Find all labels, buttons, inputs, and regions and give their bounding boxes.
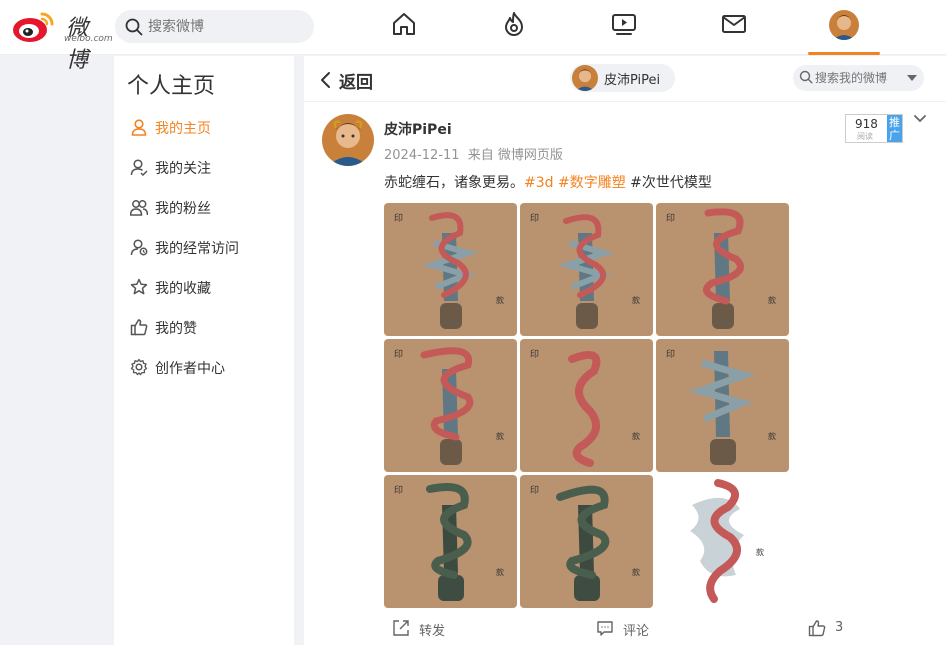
user-chip[interactable]: 皮沛PiPei (570, 64, 675, 92)
back-label: 返回 (339, 73, 373, 93)
sidebar-title: 个人主页 (127, 74, 216, 99)
svg-text:款: 款 (768, 431, 776, 441)
my-weibo-search-input[interactable] (815, 69, 903, 87)
global-search-box[interactable] (115, 10, 314, 43)
thumbs-up-icon (808, 620, 826, 637)
chevron-left-icon (321, 72, 330, 88)
post-author-name[interactable]: 皮沛PiPei (384, 119, 452, 139)
svg-text:款: 款 (632, 567, 640, 577)
sidebar-item-label: 我的主页 (155, 121, 211, 137)
post-image[interactable]: 印 款 (520, 203, 653, 336)
svg-text:印: 印 (530, 212, 539, 224)
weibo-logo[interactable]: 微博 weibo.com (12, 8, 113, 73)
svg-text:款: 款 (496, 431, 504, 441)
post-image[interactable]: 印 款 (384, 475, 517, 608)
svg-text:印: 印 (666, 348, 675, 360)
frequent-visit-icon (130, 239, 148, 256)
sidebar-item-label: 我的关注 (155, 161, 211, 177)
comment-icon (597, 621, 613, 636)
sidebar-item-creator-center[interactable]: 创作者中心 (130, 356, 280, 380)
svg-text:款: 款 (632, 431, 640, 441)
person-icon (131, 119, 147, 136)
post-action-bar: 转发 评论 3 (304, 613, 946, 645)
fans-icon (130, 200, 148, 216)
user-chip-name: 皮沛PiPei (604, 73, 661, 88)
read-count: 918 (855, 117, 878, 131)
search-icon (799, 70, 813, 84)
repost-label: 转发 (419, 624, 446, 639)
svg-text:印: 印 (394, 348, 403, 360)
svg-text:印: 印 (530, 484, 539, 496)
home-icon[interactable] (391, 11, 417, 37)
weibo-eye-icon (13, 12, 54, 42)
read-count-badge[interactable]: 918 阅读 推广 (845, 114, 903, 143)
my-weibo-search[interactable] (793, 65, 924, 91)
svg-text:印: 印 (394, 212, 403, 224)
svg-text:印: 印 (530, 348, 539, 360)
svg-text:款: 款 (756, 547, 764, 557)
promote-label[interactable]: 推广 (887, 115, 902, 142)
svg-text:款: 款 (496, 295, 504, 305)
hot-icon[interactable] (501, 11, 527, 37)
chevron-down-icon[interactable] (913, 114, 927, 124)
comment-label: 评论 (623, 624, 650, 639)
thumbs-up-icon (130, 319, 148, 336)
svg-text:印: 印 (666, 212, 675, 224)
post-meta: 2024-12-11 来自 微博网页版 (384, 144, 563, 163)
avatar (572, 65, 598, 91)
read-count-label: 阅读 (857, 132, 873, 141)
search-icon (125, 18, 143, 36)
post-image-grid: 印 款 印 款 印 款 印 款 印 款 印 款 印 款 印 款 款 (384, 203, 790, 609)
follow-icon (130, 159, 148, 176)
post-date[interactable]: 2024-12-11 (384, 148, 460, 163)
sidebar-item-my-favorites[interactable]: 我的收藏 (130, 276, 280, 300)
user-avatar[interactable] (829, 10, 859, 40)
hashtag-3d[interactable]: #3d (524, 175, 554, 191)
post-image[interactable]: 款 (656, 475, 789, 608)
post-image[interactable]: 印 款 (384, 203, 517, 336)
sidebar-item-my-homepage[interactable]: 我的主页 (130, 116, 280, 140)
video-icon[interactable] (611, 11, 637, 37)
repost-icon (393, 620, 409, 636)
post-image[interactable]: 印 款 (656, 339, 789, 472)
global-search-input[interactable] (148, 16, 303, 37)
svg-text:印: 印 (394, 484, 403, 496)
star-icon (130, 278, 148, 295)
sidebar-item-label: 我的经常访问 (155, 241, 239, 257)
sidebar-item-my-fans[interactable]: 我的粉丝 (130, 196, 280, 220)
sidebar-item-my-follows[interactable]: 我的关注 (130, 156, 280, 180)
hashtag-next-gen-model[interactable]: #次世代模型 (630, 175, 712, 191)
post-text-main: 赤蛇缠石，诸象更易。 (384, 175, 524, 191)
sidebar-item-label: 我的赞 (155, 321, 197, 337)
main-content: 返回 皮沛PiPei 搜索我的微博 皮沛PiPei 2024-12-11 来自 … (304, 56, 946, 645)
sidebar-item-label: 创作者中心 (155, 361, 225, 377)
post-source: 来自 微博网页版 (467, 148, 563, 163)
post-image[interactable]: 印 款 (384, 339, 517, 472)
left-sidebar: 个人主页 我的主页 我的关注 我的粉丝 我的经常访问 我的收藏 我的赞 创作者中… (114, 56, 294, 645)
hashtag-digital-sculpture[interactable]: #数字雕塑 (558, 175, 626, 191)
sidebar-item-label: 我的收藏 (155, 281, 211, 297)
post-text: 赤蛇缠石，诸象更易。#3d #数字雕塑 #次世代模型 (384, 172, 712, 192)
top-navigation-bar: 微博 weibo.com (0, 0, 946, 73)
sidebar-item-frequent-visits[interactable]: 我的经常访问 (130, 236, 280, 260)
logo-subtext: weibo.com (64, 34, 113, 44)
header-divider (304, 101, 946, 102)
gear-icon (130, 358, 148, 376)
like-count: 3 (835, 620, 844, 635)
post-image[interactable]: 印 款 (520, 475, 653, 608)
message-icon[interactable] (721, 11, 747, 37)
active-tab-indicator (808, 52, 880, 55)
sidebar-item-label: 我的粉丝 (155, 201, 211, 217)
sidebar-item-my-likes[interactable]: 我的赞 (130, 316, 280, 340)
post-author-avatar[interactable] (322, 114, 374, 166)
dropdown-arrow-icon[interactable] (907, 75, 917, 81)
svg-text:款: 款 (768, 295, 776, 305)
post-image[interactable]: 印 款 (656, 203, 789, 336)
svg-text:款: 款 (632, 295, 640, 305)
post-image[interactable]: 印 款 (520, 339, 653, 472)
svg-text:款: 款 (496, 567, 504, 577)
